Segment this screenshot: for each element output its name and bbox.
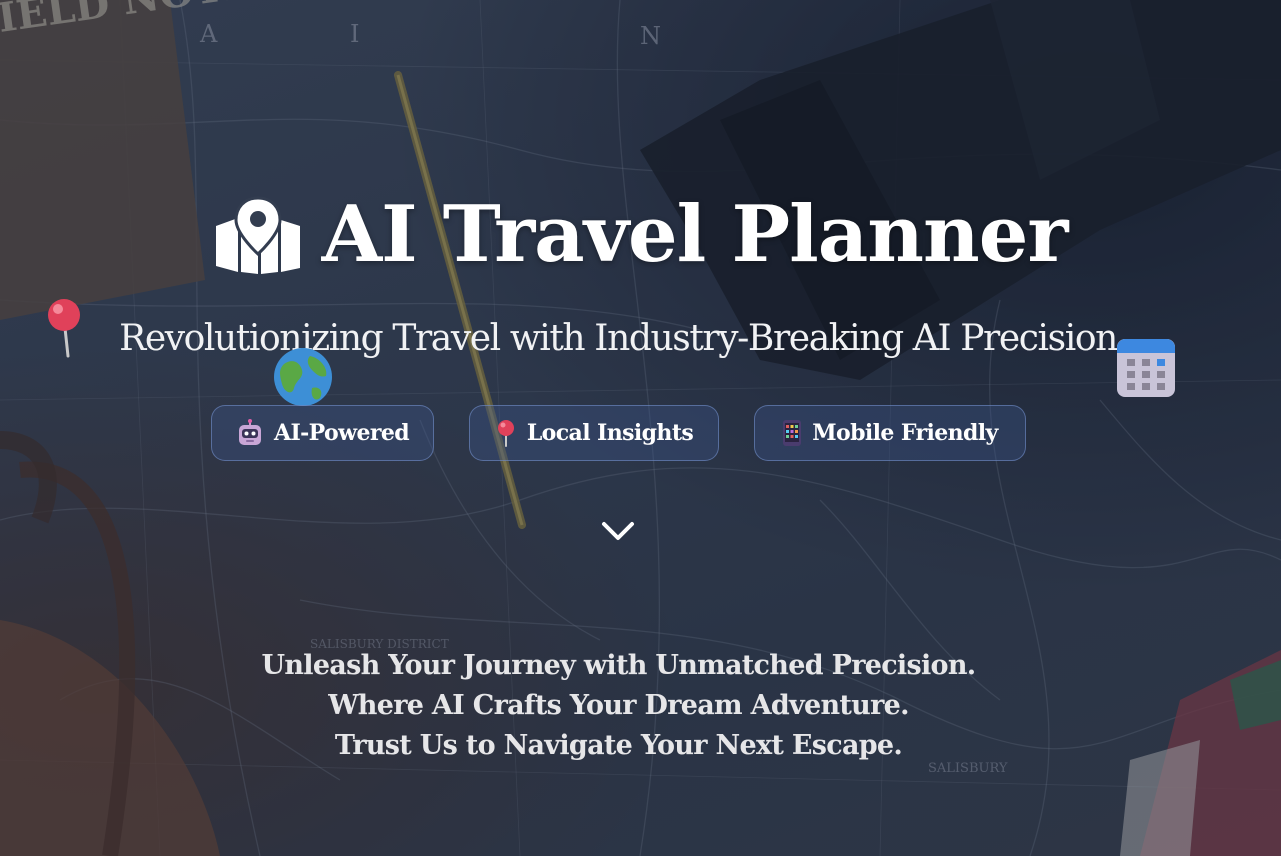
- calendar-icon: [1117, 339, 1175, 397]
- feature-label: Local Insights: [526, 420, 694, 446]
- pushpin-icon: [48, 299, 80, 358]
- pin-icon: [497, 420, 514, 447]
- feature-pills: AI-Powered Local Insights Mobile Friendl…: [0, 405, 1281, 463]
- feature-label: AI-Powered: [273, 420, 410, 446]
- feature-pill-local-insights[interactable]: Local Insights: [469, 405, 719, 461]
- robot-icon: [238, 419, 261, 445]
- mobile-phone-icon: [783, 420, 802, 446]
- tagline-line: Where AI Crafts Your Dream Adventure.: [328, 690, 909, 721]
- globe-icon: [274, 348, 332, 406]
- page-subtitle: Revolutionizing Travel with Industry-Bre…: [119, 318, 1118, 359]
- feature-pill-ai-powered[interactable]: AI-Powered: [211, 405, 434, 461]
- hero-title-row: AI Travel Planner: [0, 196, 1281, 274]
- chevron-down-icon[interactable]: [600, 516, 636, 546]
- tagline: Unleash Your Journey with Unmatched Prec…: [0, 646, 1237, 766]
- tagline-line: Trust Us to Navigate Your Next Escape.: [334, 730, 903, 761]
- feature-label: Mobile Friendly: [812, 420, 998, 446]
- feature-pill-mobile-friendly[interactable]: Mobile Friendly: [754, 405, 1026, 461]
- page-title: AI Travel Planner: [321, 189, 1069, 280]
- hero-section: IELD NOTES A I N SALISBURY SALISBURY DIS…: [0, 0, 1281, 856]
- map-location-icon: [215, 196, 300, 274]
- tagline-line: Unleash Your Journey with Unmatched Prec…: [261, 650, 976, 681]
